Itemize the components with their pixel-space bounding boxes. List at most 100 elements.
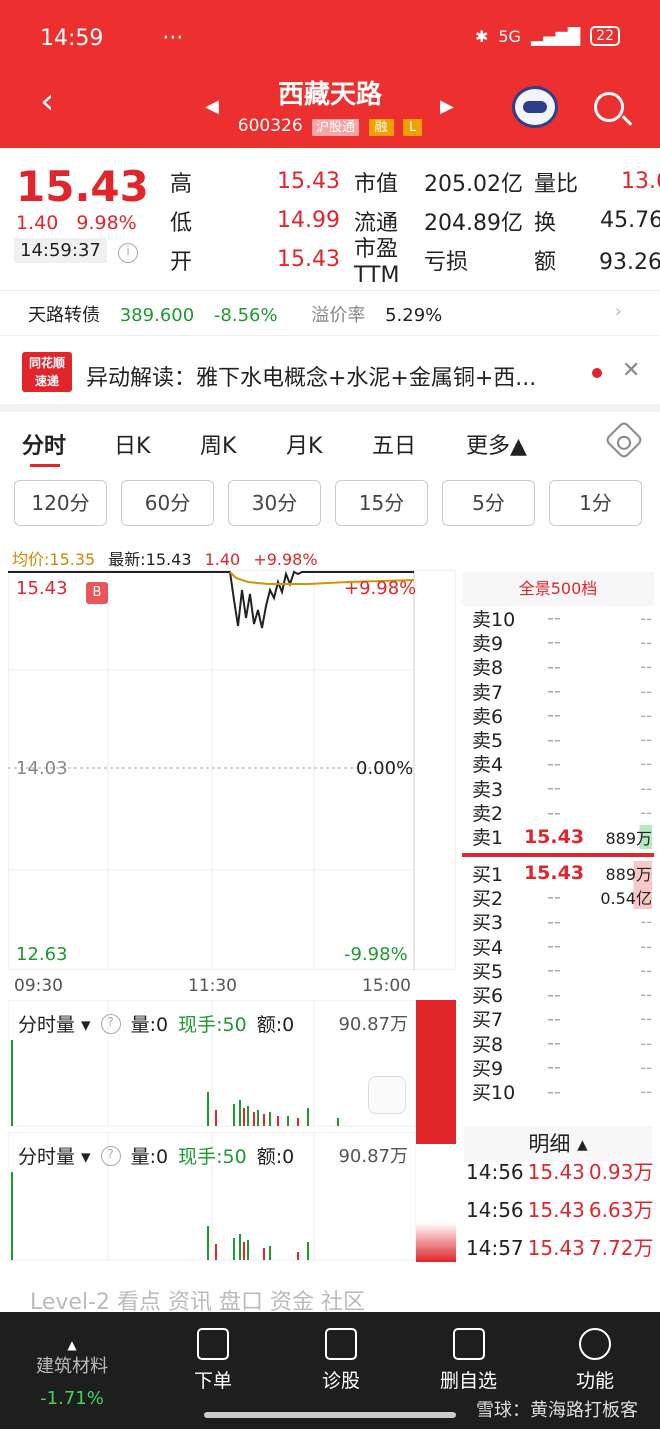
bid-row[interactable]: 买7 -- -- — [462, 1007, 654, 1032]
y-mid-price: 14.03 — [16, 758, 68, 779]
tab-daily[interactable]: 日K — [114, 428, 150, 460]
expand-icon[interactable] — [368, 1076, 406, 1114]
robot-assistant-icon[interactable] — [512, 86, 558, 128]
bid-row[interactable]: 买3 -- -- — [462, 910, 654, 935]
volume-qty: 量:0 — [130, 1014, 169, 1036]
ask-row[interactable]: 卖1 15.43 889万 — [462, 824, 654, 849]
level-price: -- — [547, 1032, 561, 1055]
current-price: 15.43 — [16, 162, 149, 211]
level-label: 买10 — [472, 1082, 516, 1105]
level-label: 买6 — [472, 985, 504, 1008]
tab-intraday[interactable]: 分时 — [22, 428, 66, 467]
level-price: -- — [547, 728, 561, 751]
search-icon[interactable] — [594, 92, 624, 122]
period-30[interactable]: 30分 — [228, 480, 321, 526]
quote-panel: 15.43 1.40 9.98% 14:59:37 i 高 15.43 市值 2… — [0, 150, 660, 288]
ask-row[interactable]: 卖7 -- -- — [462, 679, 654, 704]
help-icon[interactable]: ? — [100, 1013, 121, 1034]
bid-row[interactable]: 买2 -- 0.54亿 — [462, 885, 654, 910]
ask-row[interactable]: 卖9 -- -- — [462, 630, 654, 655]
bid-row[interactable]: 买9 -- -- — [462, 1055, 654, 1080]
app-header: 14:59 ··· ✱ 5G ▂▄▆█ 22 ‹ ◀ 西藏天路 600326 沪… — [0, 0, 660, 148]
stock-code: 600326 — [237, 116, 303, 136]
bluetooth-icon: ✱ — [474, 26, 489, 46]
level-qty: -- — [640, 1009, 652, 1029]
period-120[interactable]: 120分 — [14, 480, 107, 526]
tab-five-day[interactable]: 五日 — [372, 428, 416, 460]
bid-row[interactable]: 买1 15.43 889万 — [462, 861, 654, 886]
info-tabs-peek[interactable]: Level-2 看点 资讯 盘口 资金 社区 — [0, 1280, 660, 1312]
ask-row[interactable]: 卖10 -- -- — [462, 606, 654, 631]
low-label: 低 — [170, 210, 193, 236]
y-top-price: 15.43 — [16, 578, 68, 599]
ask-row[interactable]: 卖6 -- -- — [462, 703, 654, 728]
news-banner[interactable]: 同花顺 速递 异动解读：雅下水电概念+水泥+金属铜+西... ✕ — [0, 344, 660, 404]
home-indicator[interactable] — [204, 1412, 456, 1418]
bond-price: 389.600 — [119, 305, 195, 326]
volume-title[interactable]: 分时量 ▾ — [18, 1010, 91, 1037]
pe-value: 亏损 — [424, 249, 469, 275]
open-label: 开 — [170, 249, 193, 275]
level-qty: -- — [640, 803, 652, 823]
level-price: -- — [547, 1007, 561, 1030]
status-bar: 14:59 ··· — [40, 26, 183, 51]
level-label: 卖4 — [472, 754, 504, 777]
volume-title[interactable]: 分时量 ▾ — [18, 1142, 91, 1169]
level-price: -- — [547, 1080, 561, 1103]
period-15[interactable]: 15分 — [335, 480, 428, 526]
period-5[interactable]: 5分 — [442, 480, 535, 526]
order-book[interactable]: 全景500档 卖10 -- -- 卖9 -- -- 卖8 -- -- 卖7 -- -- 卖6 -- -- 卖5… — [462, 572, 654, 1104]
level-qty: -- — [640, 681, 652, 701]
bid-row[interactable]: 买4 -- -- — [462, 934, 654, 959]
volume-panel[interactable]: 分时量 ▾ ? 量:0 现手:50 额:0 90.87万 — [8, 1132, 456, 1264]
signal-icon: ▂▄▆█ — [530, 26, 581, 46]
ask-row[interactable]: 卖3 -- -- — [462, 776, 654, 801]
order-button[interactable]: 下单 — [194, 1328, 232, 1393]
level-qty: -- — [640, 1057, 652, 1077]
tab-weekly[interactable]: 周K — [200, 428, 236, 460]
help-icon[interactable]: ? — [100, 1145, 121, 1166]
order-book-header[interactable]: 全景500档 — [462, 572, 654, 606]
next-stock-button[interactable]: ▶ — [440, 96, 454, 117]
latest-price: 最新:15.43 — [108, 550, 192, 569]
bid-row[interactable]: 买8 -- -- — [462, 1031, 654, 1056]
ask-row[interactable]: 卖5 -- -- — [462, 727, 654, 753]
level-label: 买4 — [472, 936, 504, 959]
convertible-bond-row[interactable]: 天路转债 389.600 -8.56% 溢价率 5.29% › — [0, 290, 660, 336]
period-60[interactable]: 60分 — [121, 480, 214, 526]
turnover-value: 45.76% — [600, 208, 660, 233]
mktcap-value: 205.02亿 — [424, 171, 523, 197]
order-icon — [197, 1328, 229, 1360]
level-label: 买8 — [472, 1033, 504, 1056]
diagnose-button[interactable]: 诊股 — [322, 1328, 360, 1393]
level-price: -- — [547, 959, 561, 982]
buy-marker-icon[interactable]: B — [86, 582, 108, 604]
ask-row[interactable]: 卖4 -- -- — [462, 752, 654, 777]
remove-watchlist-button[interactable]: 删自选 — [440, 1328, 497, 1393]
menu-icon — [579, 1328, 611, 1360]
tab-monthly[interactable]: 月K — [286, 428, 322, 460]
functions-button[interactable]: 功能 — [576, 1328, 614, 1393]
level-label: 买3 — [472, 912, 504, 935]
ask-row[interactable]: 卖2 -- -- — [462, 800, 654, 826]
ask-row[interactable]: 卖8 -- -- — [462, 655, 654, 680]
bid-row[interactable]: 买5 -- -- — [462, 958, 654, 983]
divider — [0, 404, 660, 412]
close-icon[interactable]: ✕ — [622, 358, 640, 383]
turnover-label: 换 — [534, 210, 557, 236]
sector-info[interactable]: ▲ 建筑材料 -1.71% — [36, 1338, 108, 1409]
bid-row[interactable]: 买6 -- -- — [462, 982, 654, 1008]
trade-row: 14:57 15.43 7.72万 — [466, 1236, 654, 1260]
trade-row: 14:56 15.43 0.93万 — [466, 1160, 654, 1184]
legend-change: 1.40 — [204, 550, 241, 569]
diagnose-icon — [325, 1328, 357, 1360]
tab-more[interactable]: 更多▲ — [466, 428, 527, 460]
bid-row[interactable]: 买10 -- -- — [462, 1080, 654, 1105]
amount-value: 93.26亿 — [599, 249, 660, 275]
period-1[interactable]: 1分 — [549, 480, 642, 526]
settings-icon[interactable] — [604, 420, 644, 460]
info-icon[interactable]: i — [118, 243, 138, 263]
volume-panel[interactable]: 分时量 ▾ ? 量:0 现手:50 额:0 90.87万 — [8, 1000, 456, 1132]
level-label: 卖5 — [472, 730, 504, 753]
volume-hand: 现手:50 — [178, 1014, 247, 1036]
